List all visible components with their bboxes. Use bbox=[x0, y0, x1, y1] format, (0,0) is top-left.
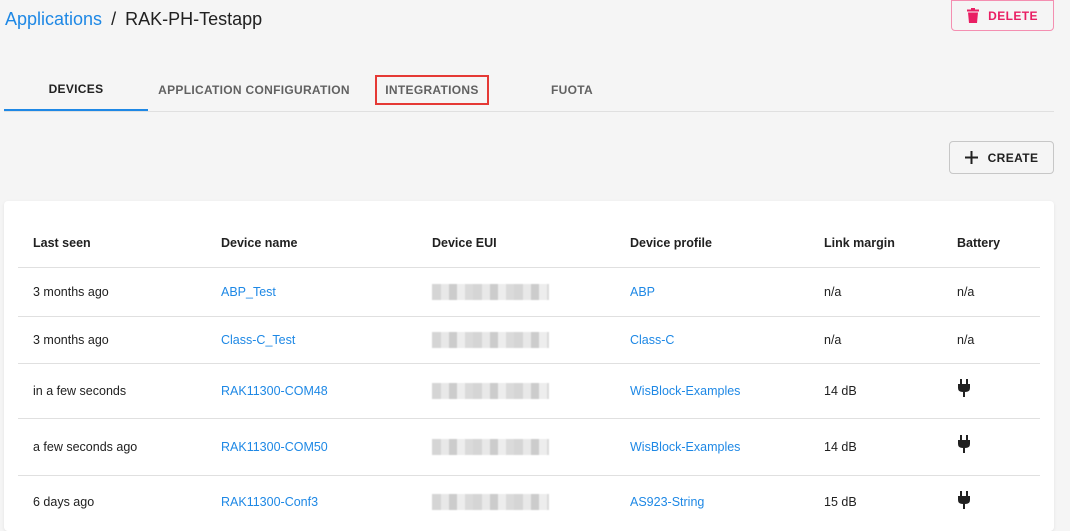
last-seen-cell: in a few seconds bbox=[33, 384, 127, 398]
plus-icon bbox=[964, 151, 978, 164]
device-profile-link[interactable]: AS923-String bbox=[630, 476, 704, 528]
device-name-link[interactable]: RAK11300-Conf3 bbox=[221, 476, 318, 528]
column-header-battery[interactable]: Battery bbox=[957, 218, 1000, 267]
last-seen-cell: 3 months ago bbox=[33, 285, 109, 299]
redacted-eui bbox=[432, 383, 549, 399]
battery-cell bbox=[957, 476, 971, 528]
redacted-eui bbox=[432, 284, 549, 300]
device-eui-cell bbox=[432, 476, 549, 528]
tab-integrations[interactable]: INTEGRATIONS bbox=[375, 69, 489, 111]
table-header: Last seen Device name Device EUI Device … bbox=[18, 218, 1040, 268]
column-header-link-margin[interactable]: Link margin bbox=[824, 218, 895, 267]
link-margin-cell: 14 dB bbox=[824, 440, 857, 454]
tab-application-configuration[interactable]: APPLICATION CONFIGURATION bbox=[148, 69, 360, 111]
link-margin-cell: 14 dB bbox=[824, 384, 857, 398]
link-margin-cell: n/a bbox=[824, 333, 842, 347]
column-header-device-eui[interactable]: Device EUI bbox=[432, 218, 497, 267]
device-eui-cell bbox=[432, 419, 549, 475]
battery-cell bbox=[957, 419, 971, 475]
device-eui-cell bbox=[432, 317, 549, 363]
tab-fuota-label: FUOTA bbox=[551, 83, 593, 97]
device-profile-link[interactable]: WisBlock-Examples bbox=[630, 364, 740, 418]
page-title: RAK-PH-Testapp bbox=[125, 9, 263, 29]
table-row[interactable]: in a few seconds RAK11300-COM48 WisBlock… bbox=[18, 364, 1040, 419]
last-seen-cell: a few seconds ago bbox=[33, 440, 138, 454]
table-row[interactable]: 3 months ago ABP_Test ABP n/a n/a bbox=[18, 268, 1040, 317]
tab-integrations-label: INTEGRATIONS bbox=[375, 75, 489, 105]
device-eui-cell bbox=[432, 364, 549, 418]
device-name-link[interactable]: RAK11300-COM48 bbox=[221, 364, 328, 418]
tab-devices-label: DEVICES bbox=[48, 82, 104, 96]
device-name-link[interactable]: RAK11300-COM50 bbox=[221, 419, 328, 475]
device-profile-link[interactable]: ABP bbox=[630, 268, 655, 316]
battery-cell: n/a bbox=[957, 333, 975, 347]
redacted-eui bbox=[432, 439, 549, 455]
delete-button[interactable]: DELETE bbox=[951, 0, 1054, 31]
redacted-eui bbox=[432, 332, 549, 348]
tab-application-configuration-label: APPLICATION CONFIGURATION bbox=[158, 83, 350, 97]
column-header-device-name[interactable]: Device name bbox=[221, 218, 297, 267]
battery-cell: n/a bbox=[957, 285, 975, 299]
device-name-link[interactable]: Class-C_Test bbox=[221, 317, 295, 363]
breadcrumb: Applications / RAK-PH-Testapp bbox=[5, 9, 262, 30]
link-margin-cell: 15 dB bbox=[824, 495, 857, 509]
last-seen-cell: 3 months ago bbox=[33, 333, 109, 347]
delete-button-label: DELETE bbox=[988, 8, 1038, 23]
breadcrumb-separator: / bbox=[111, 9, 117, 29]
device-name-link[interactable]: ABP_Test bbox=[221, 268, 276, 316]
devices-table: Last seen Device name Device EUI Device … bbox=[4, 201, 1054, 531]
redacted-eui bbox=[432, 494, 549, 510]
tab-fuota[interactable]: FUOTA bbox=[514, 69, 630, 111]
device-profile-link[interactable]: Class-C bbox=[630, 317, 674, 363]
trash-icon bbox=[967, 8, 980, 23]
column-header-device-profile[interactable]: Device profile bbox=[630, 218, 712, 267]
device-profile-link[interactable]: WisBlock-Examples bbox=[630, 419, 740, 475]
breadcrumb-applications-link[interactable]: Applications bbox=[5, 9, 102, 30]
plug-icon bbox=[957, 491, 971, 509]
battery-cell bbox=[957, 364, 971, 418]
create-button[interactable]: CREATE bbox=[949, 141, 1054, 174]
table-row[interactable]: 6 days ago RAK11300-Conf3 AS923-String 1… bbox=[18, 476, 1040, 528]
tab-devices[interactable]: DEVICES bbox=[4, 69, 148, 111]
last-seen-cell: 6 days ago bbox=[33, 495, 95, 509]
plug-icon bbox=[957, 379, 971, 397]
link-margin-cell: n/a bbox=[824, 285, 842, 299]
create-button-label: CREATE bbox=[987, 150, 1039, 165]
tab-bar: DEVICES APPLICATION CONFIGURATION INTEGR… bbox=[4, 69, 1054, 112]
column-header-last-seen[interactable]: Last seen bbox=[33, 218, 91, 267]
device-eui-cell bbox=[432, 268, 549, 316]
table-row[interactable]: a few seconds ago RAK11300-COM50 WisBloc… bbox=[18, 419, 1040, 476]
table-row[interactable]: 3 months ago Class-C_Test Class-C n/a n/… bbox=[18, 317, 1040, 364]
plug-icon bbox=[957, 435, 971, 453]
